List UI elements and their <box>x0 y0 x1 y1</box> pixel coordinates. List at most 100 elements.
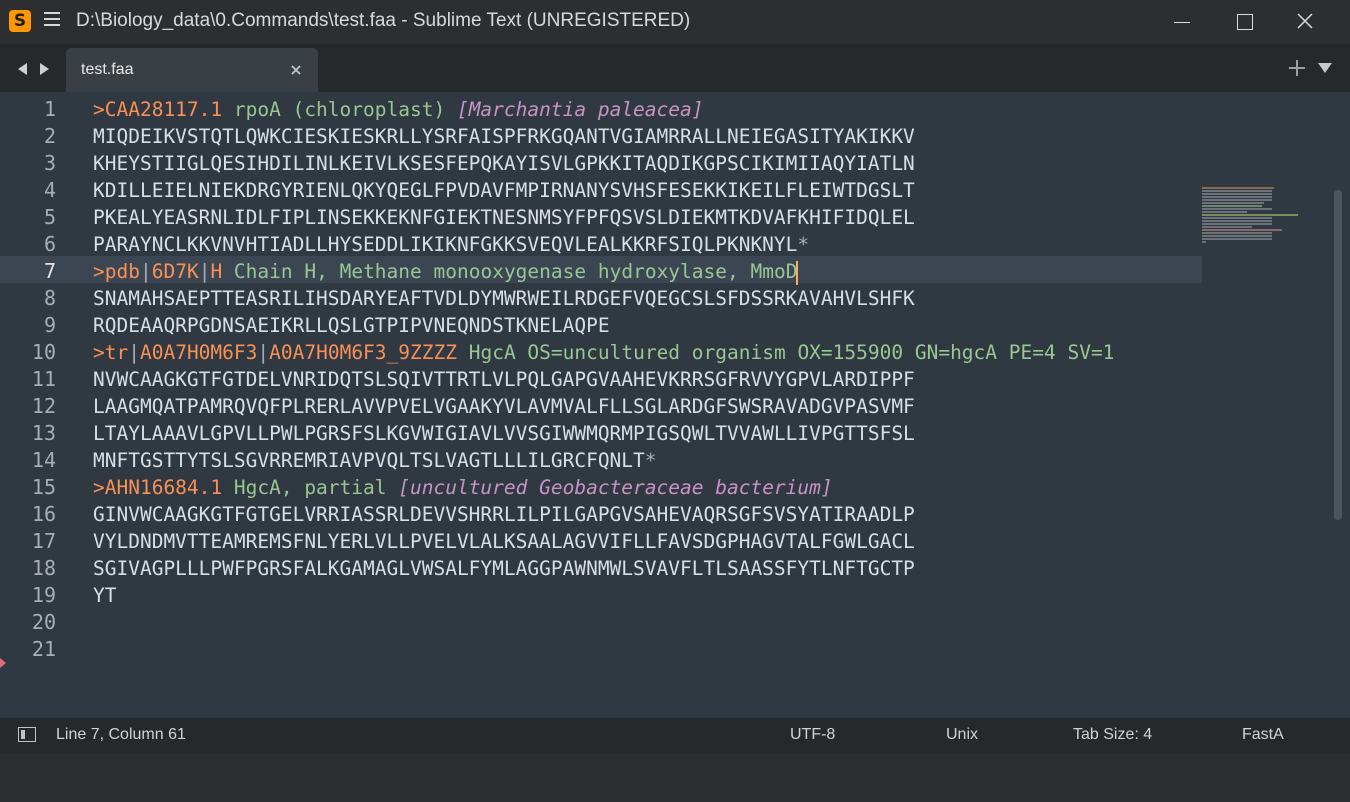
code-token: >pdb <box>93 260 140 283</box>
code-token: NVWCAAGKGTFGTDELVNRIDQTSLSQIVTTRTLVLPQLG… <box>93 368 915 391</box>
title-bar[interactable]: S D:\Biology_data\0.Commands\test.faa - … <box>0 0 1350 44</box>
code-token: HgcA, partial <box>222 476 399 499</box>
code-line[interactable]: >pdb|6D7K|H Chain H, Methane monooxygena… <box>93 258 799 285</box>
code-token: LAAGMQATPAMRQVQFPLRERLAVVPVELVGAAKYVLAVM… <box>93 395 915 418</box>
line-number: 18 <box>31 556 56 580</box>
code-token: | <box>139 260 152 283</box>
code-line[interactable]: PARAYNCLKKVNVHTIADLLHYSEDDLIKIKNFGKKSVEQ… <box>93 231 809 258</box>
line-number: 4 <box>43 178 56 202</box>
minimize-button[interactable] <box>1165 6 1199 38</box>
code-token: rpoA (chloroplast) <box>222 98 457 121</box>
tab-size-indicator[interactable]: Tab Size: 4 <box>1073 726 1152 744</box>
code-line[interactable]: SGIVAGPLLLPWFPGRSFALKGAMAGLVWSALFYMLAGGP… <box>93 555 915 582</box>
triangle-right-icon[interactable] <box>37 62 51 76</box>
cursor-position[interactable]: Line 7, Column 61 <box>56 726 186 744</box>
code-token: H <box>210 260 223 283</box>
panel-icon[interactable] <box>18 727 36 742</box>
code-token: [Marchantia paleacea] <box>456 98 704 121</box>
line-number: 7 <box>43 259 56 283</box>
code-token: | <box>128 341 140 364</box>
code-line[interactable]: >CAA28117.1 rpoA (chloroplast) [Marchant… <box>93 96 704 123</box>
code-token: SGIVAGPLLLPWFPGRSFALKGAMAGLVWSALFYMLAGGP… <box>93 557 915 580</box>
editor-area[interactable]: 1 2 3 4 5 6 7 8 9 10 11 12 13 14 15 16 17 18 19 20 21 >CAA28… <box>0 92 1350 718</box>
code-line[interactable]: KHEYSTIIGLQESIHDILINLKEIVLKSESFEPQKAYISV… <box>93 150 915 177</box>
fold-marker-icon <box>0 658 6 668</box>
line-number: 10 <box>31 340 56 364</box>
code-token: [uncultured Geobacteraceae bacterium] <box>398 476 833 499</box>
code-token: A0A7H0M6F3_9ZZZZ <box>269 341 457 364</box>
code-line[interactable]: >tr|A0A7H0M6F3|A0A7H0M6F3_9ZZZZ HgcA OS=… <box>93 339 1114 366</box>
line-number: 6 <box>43 232 56 256</box>
line-number: 20 <box>31 610 56 634</box>
line-number: 2 <box>43 124 56 148</box>
line-number: 16 <box>31 502 56 526</box>
line-number: 14 <box>31 448 56 472</box>
hamburger-menu-icon[interactable] <box>44 12 60 28</box>
scrollbar-thumb[interactable] <box>1334 190 1342 520</box>
sublime-logo-icon: S <box>9 10 31 32</box>
text-cursor <box>796 260 799 285</box>
code-line[interactable]: VYLDNDMVTTEAMREMSFNLYERLVLLPVELVLALKSAAL… <box>93 528 915 555</box>
code-line[interactable]: SNAMAHSAEPTTEASRILIHSDARYEAFTVDLDYMWRWEI… <box>93 285 915 312</box>
line-number: 15 <box>31 475 56 499</box>
code-line[interactable]: LTAYLAAAVLGPVLLPWLPGRSFSLKGVWIGIAVLVVSGI… <box>93 420 915 447</box>
code-line[interactable]: LAAGMQATPAMRQVQFPLRERLAVVPVELVGAAKYVLAVM… <box>93 393 915 420</box>
line-number: 21 <box>31 637 56 661</box>
code-line[interactable]: MNFTGSTTYTSLSGVRREMRIAVPVQLTSLVAGTLLLILG… <box>93 447 657 474</box>
status-bar: Line 7, Column 61 UTF-8 Unix Tab Size: 4… <box>0 718 1350 753</box>
vertical-scrollbar[interactable] <box>1334 190 1342 802</box>
tab-label: test.faa <box>81 61 134 78</box>
code-line[interactable]: >AHN16684.1 HgcA, partial [uncultured Ge… <box>93 474 833 501</box>
window-title: D:\Biology_data\0.Commands\test.faa - Su… <box>76 10 691 31</box>
close-icon[interactable] <box>288 62 304 78</box>
line-number: 5 <box>43 205 56 229</box>
code-token: | <box>257 341 270 364</box>
line-number: 12 <box>31 394 56 418</box>
code-line[interactable]: KDILLEIELNIEKDRGYRIENLQKYQEGLFPVDAVFMPIR… <box>93 177 915 204</box>
code-token: LTAYLAAAVLGPVLLPWLPGRSFSLKGVWIGIAVLVVSGI… <box>93 422 915 445</box>
code-line[interactable]: GINVWCAAGKGTFGTGELVRRIASSRLDEVVSHRRLILPI… <box>93 501 915 528</box>
close-window-button[interactable] <box>1288 6 1322 38</box>
line-number: 9 <box>43 313 56 337</box>
code-line[interactable]: MIQDEIKVSTQTLQWKCIESKIESKRLLYSRFAISPFRKG… <box>93 123 915 150</box>
code-token: MNFTGSTTYTSLSGVRREMRIAVPVQLTSLVAGTLLLILG… <box>93 449 645 472</box>
maximize-button[interactable] <box>1227 6 1261 38</box>
minimap[interactable] <box>1202 187 1300 247</box>
code-token: A0A7H0M6F3 <box>139 341 258 364</box>
code-token: YT <box>93 584 117 607</box>
line-number: 3 <box>43 151 56 175</box>
code-token: KDILLEIELNIEKDRGYRIENLQKYQEGLFPVDAVFMPIR… <box>93 179 915 202</box>
line-number: 11 <box>31 367 56 391</box>
line-number: 13 <box>31 421 56 445</box>
code-line[interactable]: NVWCAAGKGTFGTDELVNRIDQTSLSQIVTTRTLVLPQLG… <box>93 366 915 393</box>
plus-icon[interactable] <box>1288 59 1306 77</box>
code-token: * <box>797 233 810 256</box>
tab-test-faa[interactable]: test.faa <box>66 48 318 92</box>
line-number: 19 <box>31 583 56 607</box>
line-endings-indicator[interactable]: Unix <box>946 726 978 744</box>
code-token: HgcA OS=uncultured organism OX=155900 GN… <box>456 341 1115 364</box>
code-token: >CAA28117.1 <box>93 98 223 121</box>
code-token: * <box>644 449 657 472</box>
code-token: | <box>198 260 211 283</box>
code-line[interactable]: RQDEAAQRPGDNSAEIKRLLQSLGTPIPVNEQNDSTKNEL… <box>93 312 610 339</box>
code-line[interactable]: YT <box>93 582 116 609</box>
code-token: Chain H, Methane monooxygenase hydroxyla… <box>222 260 798 283</box>
triangle-left-icon[interactable] <box>16 62 30 76</box>
line-number: 8 <box>43 286 56 310</box>
line-number: 17 <box>31 529 56 553</box>
code-token: GINVWCAAGKGTFGTGELVRRIASSRLDEVVSHRRLILPI… <box>93 503 915 526</box>
triangle-down-icon[interactable] <box>1317 62 1333 74</box>
code-token: PKEALYEASRNLIDLFIPLINSEKKEKNFGIEKTNESNMS… <box>93 206 915 229</box>
code-token: SNAMAHSAEPTTEASRILIHSDARYEAFTVDLDYMWRWEI… <box>93 287 915 310</box>
close-icon <box>1297 13 1313 29</box>
syntax-indicator[interactable]: FastA <box>1242 726 1284 744</box>
code-line[interactable]: PKEALYEASRNLIDLFIPLINSEKKEKNFGIEKTNESNMS… <box>93 204 915 231</box>
code-token: >AHN16684.1 <box>93 476 223 499</box>
code-token: VYLDNDMVTTEAMREMSFNLYERLVLLPVELVLALKSAAL… <box>93 530 915 553</box>
code-token: >tr <box>93 341 129 364</box>
code-token: MIQDEIKVSTQTLQWKCIESKIESKRLLYSRFAISPFRKG… <box>93 125 915 148</box>
line-number: 1 <box>43 97 56 121</box>
encoding-indicator[interactable]: UTF-8 <box>790 726 835 744</box>
code-token: KHEYSTIIGLQESIHDILINLKEIVLKSESFEPQKAYISV… <box>93 152 915 175</box>
